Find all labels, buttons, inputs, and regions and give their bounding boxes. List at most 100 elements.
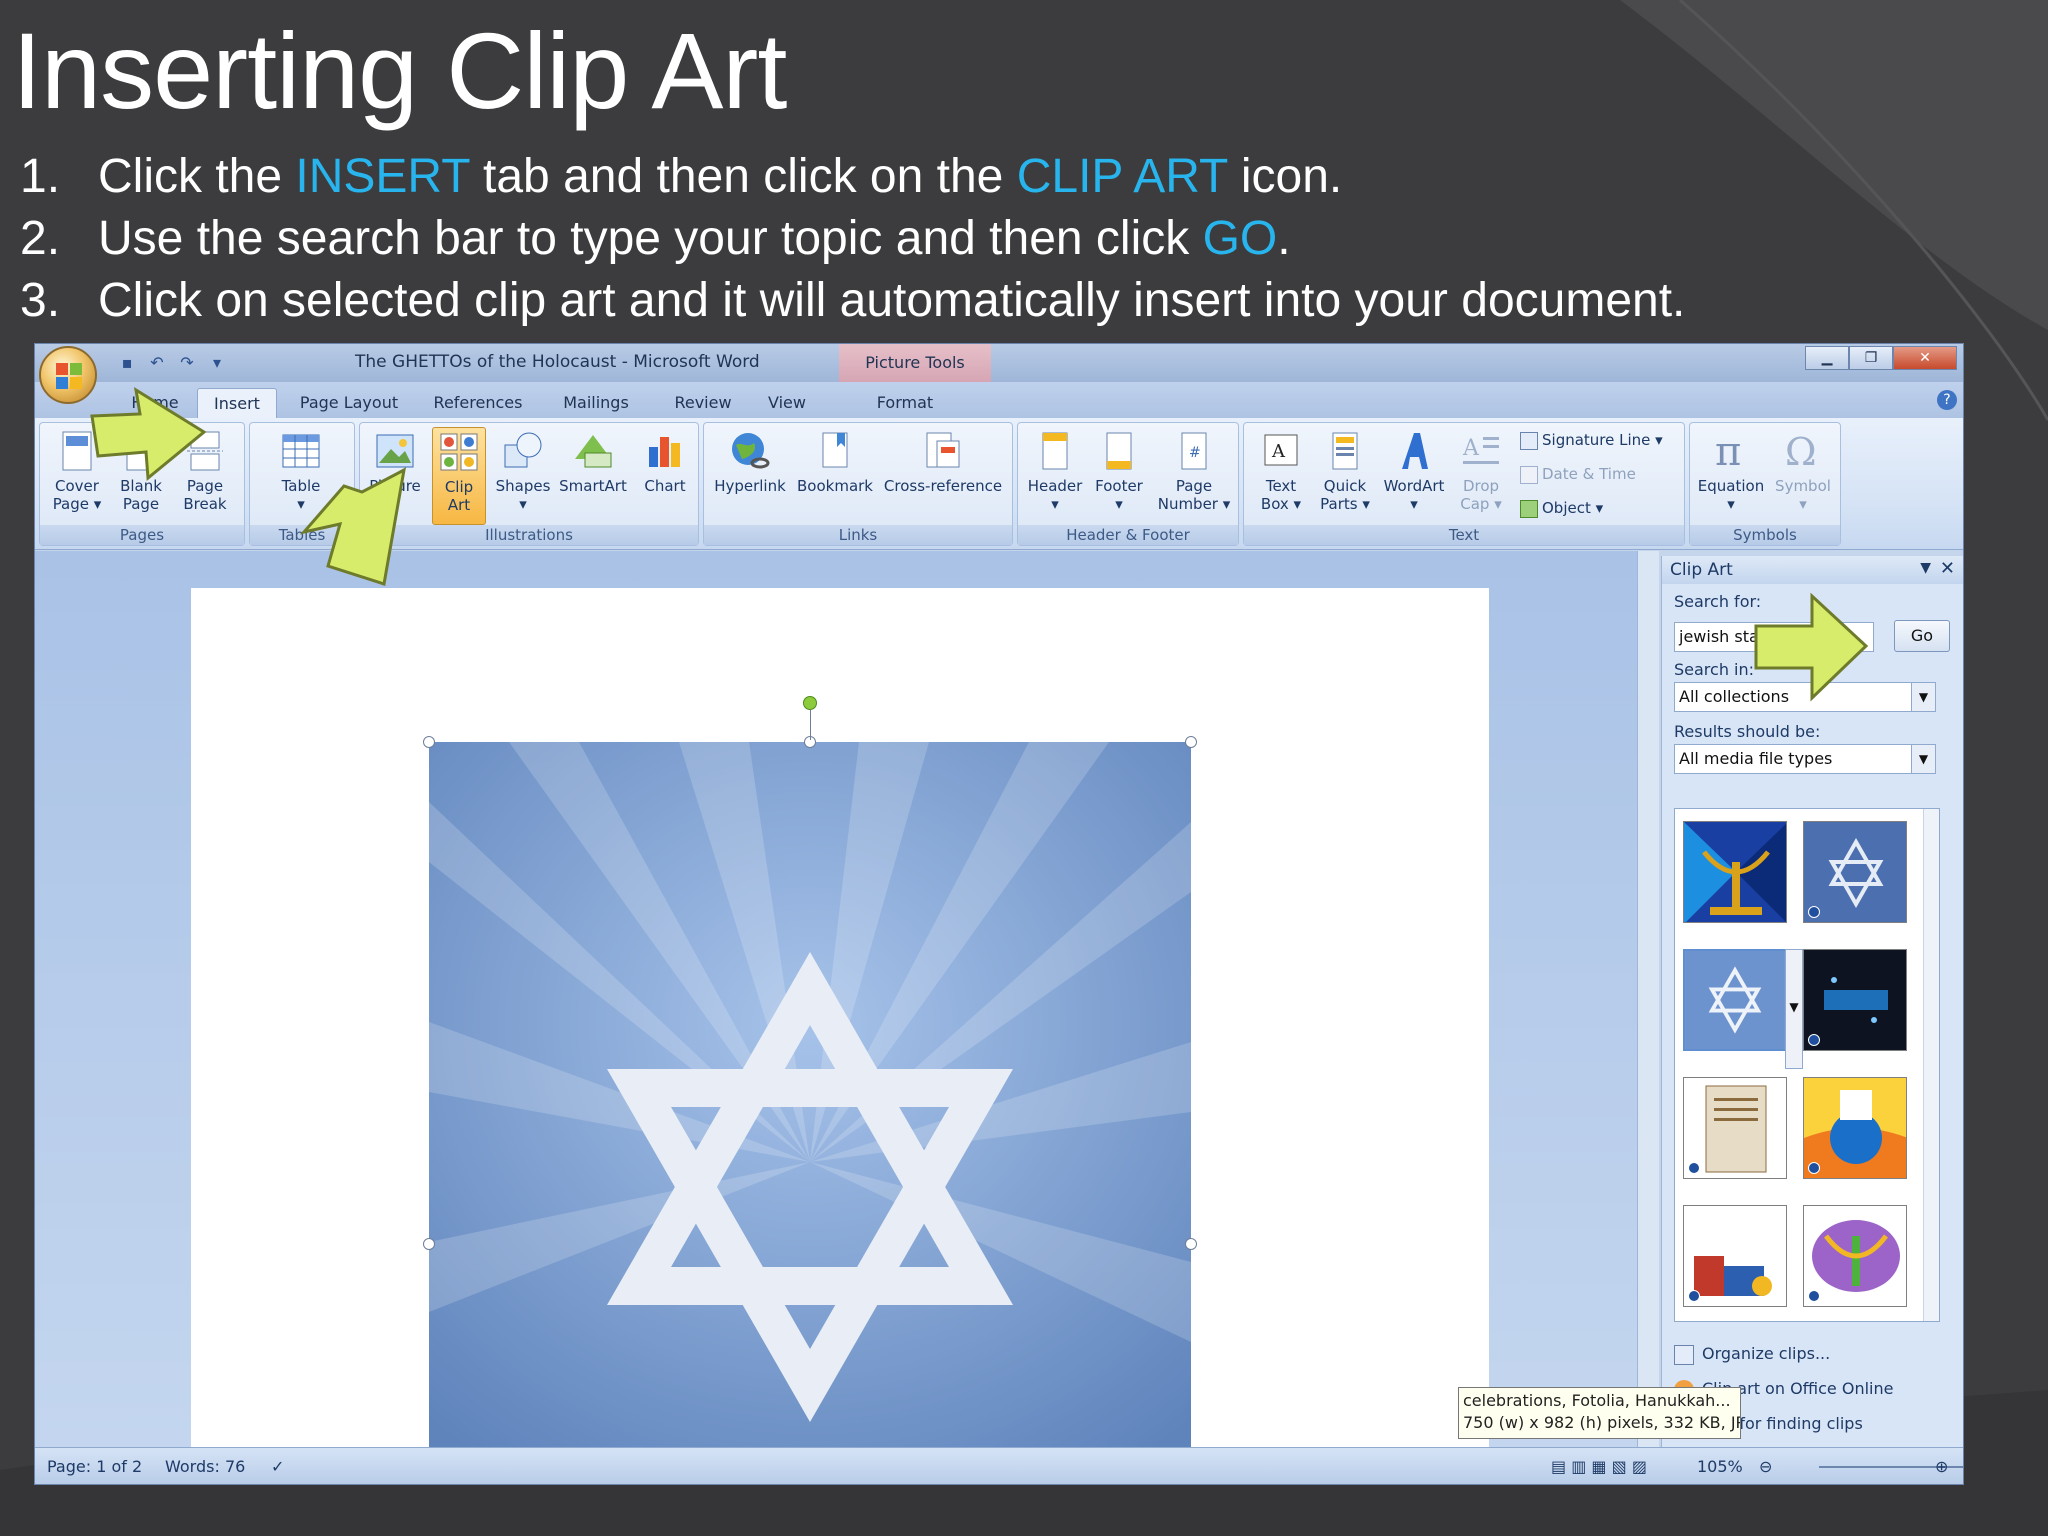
pane-close-icon[interactable]: ✕ (1940, 558, 1955, 579)
svg-text:#: # (1189, 445, 1201, 461)
zoom-out-icon[interactable]: ⊖ (1759, 1457, 1772, 1476)
page-break-button[interactable]: Page Break (174, 427, 236, 525)
step-number: 3. (20, 274, 61, 327)
chart-button[interactable]: Chart (634, 427, 696, 525)
group-symbols: π Equation ▾ Ω Symbol ▾ Symbols (1689, 422, 1841, 546)
resize-handle[interactable] (1185, 736, 1197, 748)
clip-thumbnail-menorah[interactable] (1683, 821, 1787, 923)
clip-thumbnail-books[interactable] (1683, 1205, 1787, 1307)
clip-art-search-input[interactable]: jewish star (1674, 622, 1874, 652)
text-box-button[interactable]: A Text Box ▾ (1250, 427, 1312, 525)
group-label-symbols: Symbols (1690, 525, 1840, 545)
maximize-button[interactable]: ❐ (1849, 346, 1893, 370)
clip-thumbnail-hanukkah[interactable] (1803, 1077, 1907, 1179)
search-in-select[interactable]: All collections ▼ (1674, 682, 1936, 712)
smartart-icon (575, 435, 612, 468)
bookmark-button[interactable]: Bookmark (794, 427, 876, 525)
view-buttons-icon[interactable]: ▤ ▥ ▦ ▧ ▨ (1551, 1457, 1647, 1476)
results-scrollbar[interactable] (1923, 809, 1939, 1321)
go-button[interactable]: Go (1894, 620, 1950, 652)
dropdown-arrow-icon: ▼ (1911, 683, 1935, 711)
inserted-star-of-david-image[interactable] (429, 742, 1191, 1449)
hyperlink-button[interactable]: Hyperlink (710, 427, 790, 525)
quick-access-toolbar: ▪ ↶ ↷ ▾ (115, 350, 229, 374)
clip-art-button[interactable]: Clip Art (432, 427, 486, 525)
customize-qat-icon[interactable]: ▾ (205, 350, 229, 374)
group-label-tables: Tables (250, 525, 354, 545)
menorah-clip-icon (1684, 822, 1786, 922)
tab-home[interactable]: Home (115, 388, 195, 418)
group-text: A Text Box ▾ Quick Parts ▾ WordArt ▾ A Drop… (1243, 422, 1685, 546)
rotate-handle[interactable] (803, 696, 817, 710)
save-icon[interactable]: ▪ (115, 350, 139, 374)
clip-art-icon (440, 433, 478, 471)
help-icon[interactable]: ? (1937, 390, 1957, 410)
object-button[interactable]: Object ▾ (1520, 497, 1603, 519)
status-bar: Page: 1 of 2 Words: 76 ✓ ▤ ▥ ▦ ▧ ▨ 105% … (35, 1447, 1963, 1484)
page-number-button[interactable]: # Page Number ▾ (1156, 427, 1232, 525)
signature-line-button[interactable]: Signature Line ▾ (1520, 429, 1663, 451)
bookmark-icon (822, 432, 848, 468)
scroll-clip-icon (1684, 1078, 1786, 1178)
chart-icon (649, 437, 680, 467)
hyperlink-globe-icon (732, 433, 770, 469)
shapes-button[interactable]: Shapes ▾ (492, 427, 554, 525)
cross-reference-button[interactable]: Cross-reference (880, 427, 1006, 525)
group-label-illustrations: Illustrations (360, 525, 698, 545)
signature-line-icon (1520, 431, 1538, 450)
tooltip-details: 750 (w) x 982 (h) pixels, 332 KB, JPG (1463, 1413, 1741, 1432)
date-time-icon (1520, 465, 1538, 484)
tab-page-layout[interactable]: Page Layout (291, 388, 407, 418)
tab-format[interactable]: Format (855, 388, 955, 418)
tab-insert[interactable]: Insert (197, 388, 277, 418)
picture-tools-context-title: Picture Tools (839, 344, 991, 382)
group-header-footer: Header ▾ Footer ▾ # Page Number ▾ Header & … (1017, 422, 1239, 546)
hebrew-text-clip-icon (1804, 950, 1906, 1050)
clip-thumbnail-menorah-color[interactable] (1803, 1205, 1907, 1307)
thumbnail-dropdown-icon[interactable]: ▼ (1785, 949, 1803, 1069)
header-button[interactable]: Header ▾ (1024, 427, 1086, 525)
page-number-icon: # (1181, 432, 1207, 470)
table-button[interactable]: Table ▾ (270, 427, 332, 525)
redo-icon[interactable]: ↷ (175, 350, 199, 374)
equation-button[interactable]: π Equation ▾ (1694, 427, 1768, 525)
word-count[interactable]: Words: 76 (165, 1457, 245, 1476)
organize-clips-link[interactable]: Organize clips... (1674, 1344, 1830, 1365)
quick-parts-button[interactable]: Quick Parts ▾ (1314, 427, 1376, 525)
footer-button[interactable]: Footer ▾ (1088, 427, 1150, 525)
resize-handle[interactable] (423, 1238, 435, 1250)
cover-page-button[interactable]: Cover Page ▾ (46, 427, 108, 525)
resize-handle[interactable] (423, 736, 435, 748)
tab-view[interactable]: View (757, 388, 817, 418)
step-text: Click on selected clip art and it will a… (98, 274, 1686, 327)
undo-icon[interactable]: ↶ (145, 350, 169, 374)
clip-art-pane-header: Clip Art ▼ ✕ (1662, 556, 1963, 584)
pane-options-icon[interactable]: ▼ (1920, 560, 1931, 576)
clip-art-results: ▼ (1674, 808, 1940, 1322)
close-button[interactable]: ✕ (1893, 346, 1957, 370)
clip-thumbnail-scroll[interactable] (1683, 1077, 1787, 1179)
zoom-level[interactable]: 105% (1697, 1457, 1743, 1476)
clip-thumbnail-star-selected[interactable] (1683, 949, 1787, 1051)
page-count[interactable]: Page: 1 of 2 (47, 1457, 142, 1476)
books-clip-icon (1684, 1206, 1786, 1306)
star-clip-icon (1804, 822, 1906, 922)
vertical-scrollbar[interactable] (1637, 551, 1659, 1449)
minimize-button[interactable]: ▁ (1805, 346, 1849, 370)
smartart-button[interactable]: SmartArt (558, 427, 628, 525)
highlight-insert: INSERT (295, 150, 470, 203)
tab-mailings[interactable]: Mailings (551, 388, 641, 418)
step-number: 1. (20, 150, 61, 203)
picture-button[interactable]: Picture (364, 427, 426, 525)
tab-review[interactable]: Review (665, 388, 741, 418)
blank-page-button[interactable]: Blank Page (110, 427, 172, 525)
proofing-icon[interactable]: ✓ (271, 1457, 284, 1476)
zoom-in-icon[interactable]: ⊕ (1935, 1457, 1948, 1476)
media-type-select[interactable]: All media file types ▼ (1674, 744, 1936, 774)
tab-references[interactable]: References (423, 388, 533, 418)
clip-thumbnail-torah[interactable] (1803, 949, 1907, 1051)
resize-handle[interactable] (1185, 1238, 1197, 1250)
clip-thumbnail-star-dark[interactable] (1803, 821, 1907, 923)
office-button[interactable] (39, 346, 97, 404)
wordart-button[interactable]: WordArt ▾ (1380, 427, 1448, 525)
